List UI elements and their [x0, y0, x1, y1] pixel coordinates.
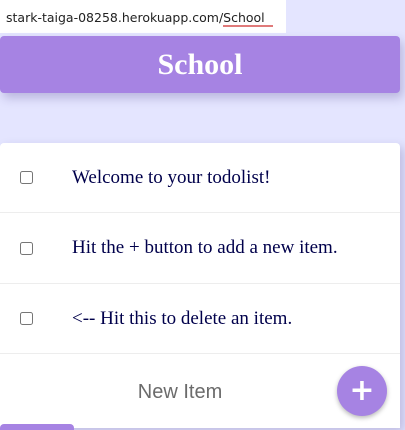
new-item-input[interactable] — [0, 368, 360, 416]
url-host: stark-taiga-08258.herokuapp.com/ — [6, 10, 224, 25]
item-text: Welcome to your todolist! — [72, 166, 271, 188]
item-checkbox[interactable] — [20, 171, 33, 184]
item-checkbox[interactable] — [20, 241, 33, 255]
todo-list-box: Welcome to your todolist! Hit the + butt… — [0, 143, 400, 428]
item-text: <-- Hit this to delete an item. — [72, 307, 293, 329]
address-bar[interactable]: stark-taiga-08258.herokuapp.com/School — [0, 0, 286, 33]
list-item: Hit the + button to add a new item. — [0, 213, 400, 284]
footer-edge — [0, 424, 74, 430]
add-item-button[interactable]: + — [337, 366, 387, 416]
list-item: <-- Hit this to delete an item. — [0, 284, 400, 354]
list-title-box: School — [0, 36, 400, 93]
item-checkbox[interactable] — [20, 312, 33, 325]
page-title: School — [157, 47, 243, 81]
url-path: School — [223, 10, 273, 27]
list-item: Welcome to your todolist! — [0, 143, 400, 213]
item-text: Hit the + button to add a new item. — [72, 237, 338, 258]
new-item-form: + — [0, 356, 400, 428]
